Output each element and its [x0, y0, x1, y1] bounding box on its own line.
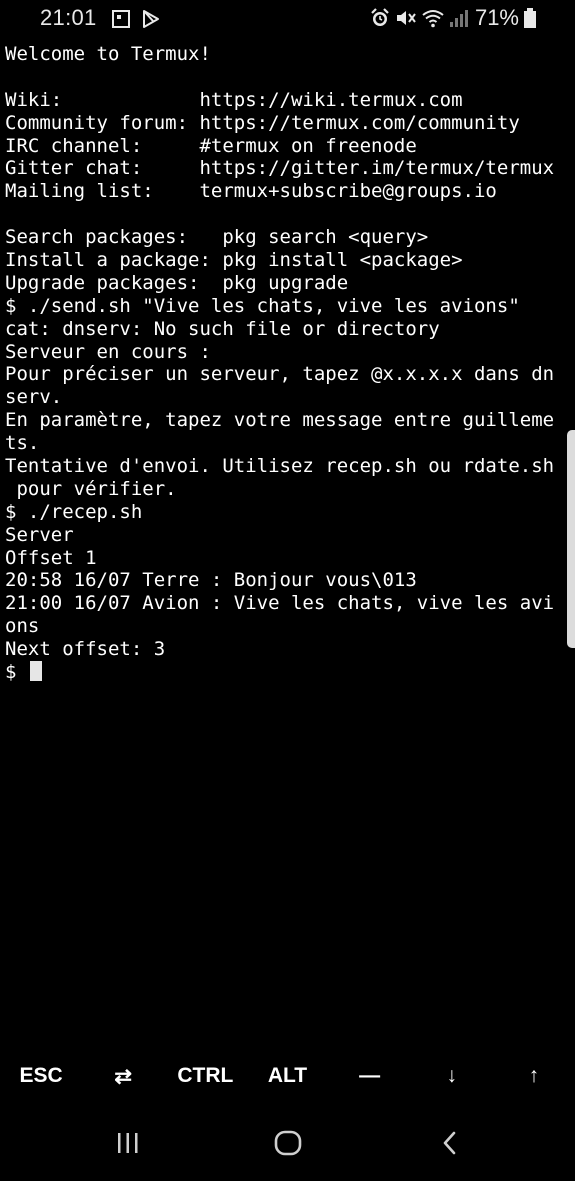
tab-key[interactable]: ⇄	[82, 1052, 164, 1100]
status-left-icons	[111, 9, 161, 29]
signal-icon	[449, 7, 469, 29]
alt-key[interactable]: ALT	[246, 1052, 328, 1100]
terminal-line: 20:58 16/07 Terre : Bonjour vous\013	[5, 569, 417, 592]
battery-icon	[523, 7, 537, 29]
terminal-line: Tentative d'envoi. Utilisez recep.sh ou …	[5, 455, 555, 478]
battery-percent: 71%	[474, 5, 519, 30]
dash-key[interactable]: —	[329, 1052, 411, 1100]
esc-key[interactable]: ESC	[0, 1052, 82, 1100]
terminal-line: Serveur en cours :	[5, 340, 211, 363]
status-right: 71%	[369, 5, 537, 31]
terminal-line: Welcome to Termux!	[5, 43, 211, 65]
screenshot-icon	[111, 9, 131, 29]
terminal-line: Next offset: 3	[5, 638, 166, 661]
terminal-line: serv.	[5, 386, 63, 409]
alarm-icon	[369, 7, 391, 29]
terminal-line: $ ./send.sh "Vive les chats, vive les av…	[5, 294, 520, 317]
mute-icon	[395, 7, 417, 29]
arrow-down-key[interactable]: ↓	[411, 1052, 493, 1100]
recent-apps-icon[interactable]	[108, 1128, 148, 1158]
prompt-symbol: $	[5, 661, 28, 684]
terminal-line: Offset 1	[5, 546, 97, 569]
status-bar: 21:01 71%	[0, 0, 575, 38]
terminal-line: cat: dnserv: No such file or directory	[5, 317, 440, 340]
terminal-line: ons	[5, 615, 40, 638]
terminal-line: IRC channel: #termux on freenode	[5, 134, 417, 157]
back-icon[interactable]	[430, 1128, 470, 1158]
terminal-line: Wiki: https://wiki.termux.com	[5, 88, 463, 111]
terminal-line: 21:00 16/07 Avion : Vive les chats, vive…	[5, 592, 555, 615]
terminal-line: Pour préciser un serveur, tapez @x.x.x.x…	[5, 363, 555, 386]
terminal-line: En paramètre, tapez votre message entre …	[5, 409, 555, 432]
terminal-line: Community forum: https://termux.com/comm…	[5, 111, 520, 134]
terminal-line: ts.	[5, 432, 40, 455]
play-store-icon	[141, 9, 161, 29]
terminal-line: Gitter chat: https://gitter.im/termux/te…	[5, 157, 555, 180]
drawer-handle[interactable]	[567, 430, 575, 648]
ctrl-key[interactable]: CTRL	[164, 1052, 246, 1100]
terminal-line: $ ./recep.sh	[5, 500, 143, 523]
terminal-line: pour vérifier.	[5, 477, 177, 500]
cursor	[29, 661, 42, 682]
terminal-output[interactable]: Welcome to Termux! Wiki: https://wiki.ter…	[5, 43, 570, 684]
arrow-up-key[interactable]: ↑	[493, 1052, 575, 1100]
terminal-line: Server	[5, 523, 74, 546]
wifi-icon	[421, 7, 445, 29]
terminal-line: Search packages: pkg search <query>	[5, 226, 429, 249]
extra-keys-row: ESC ⇄ CTRL ALT — ↓ ↑	[0, 1052, 575, 1100]
terminal-line: Mailing list: termux+subscribe@groups.io	[5, 180, 497, 203]
terminal-line: Install a package: pkg install <package>	[5, 249, 463, 272]
nav-bar	[0, 1112, 575, 1172]
prompt-line[interactable]: $	[5, 661, 570, 684]
home-icon[interactable]	[268, 1128, 308, 1158]
terminal-line: Upgrade packages: pkg upgrade	[5, 271, 349, 294]
status-time: 21:01	[40, 5, 97, 30]
